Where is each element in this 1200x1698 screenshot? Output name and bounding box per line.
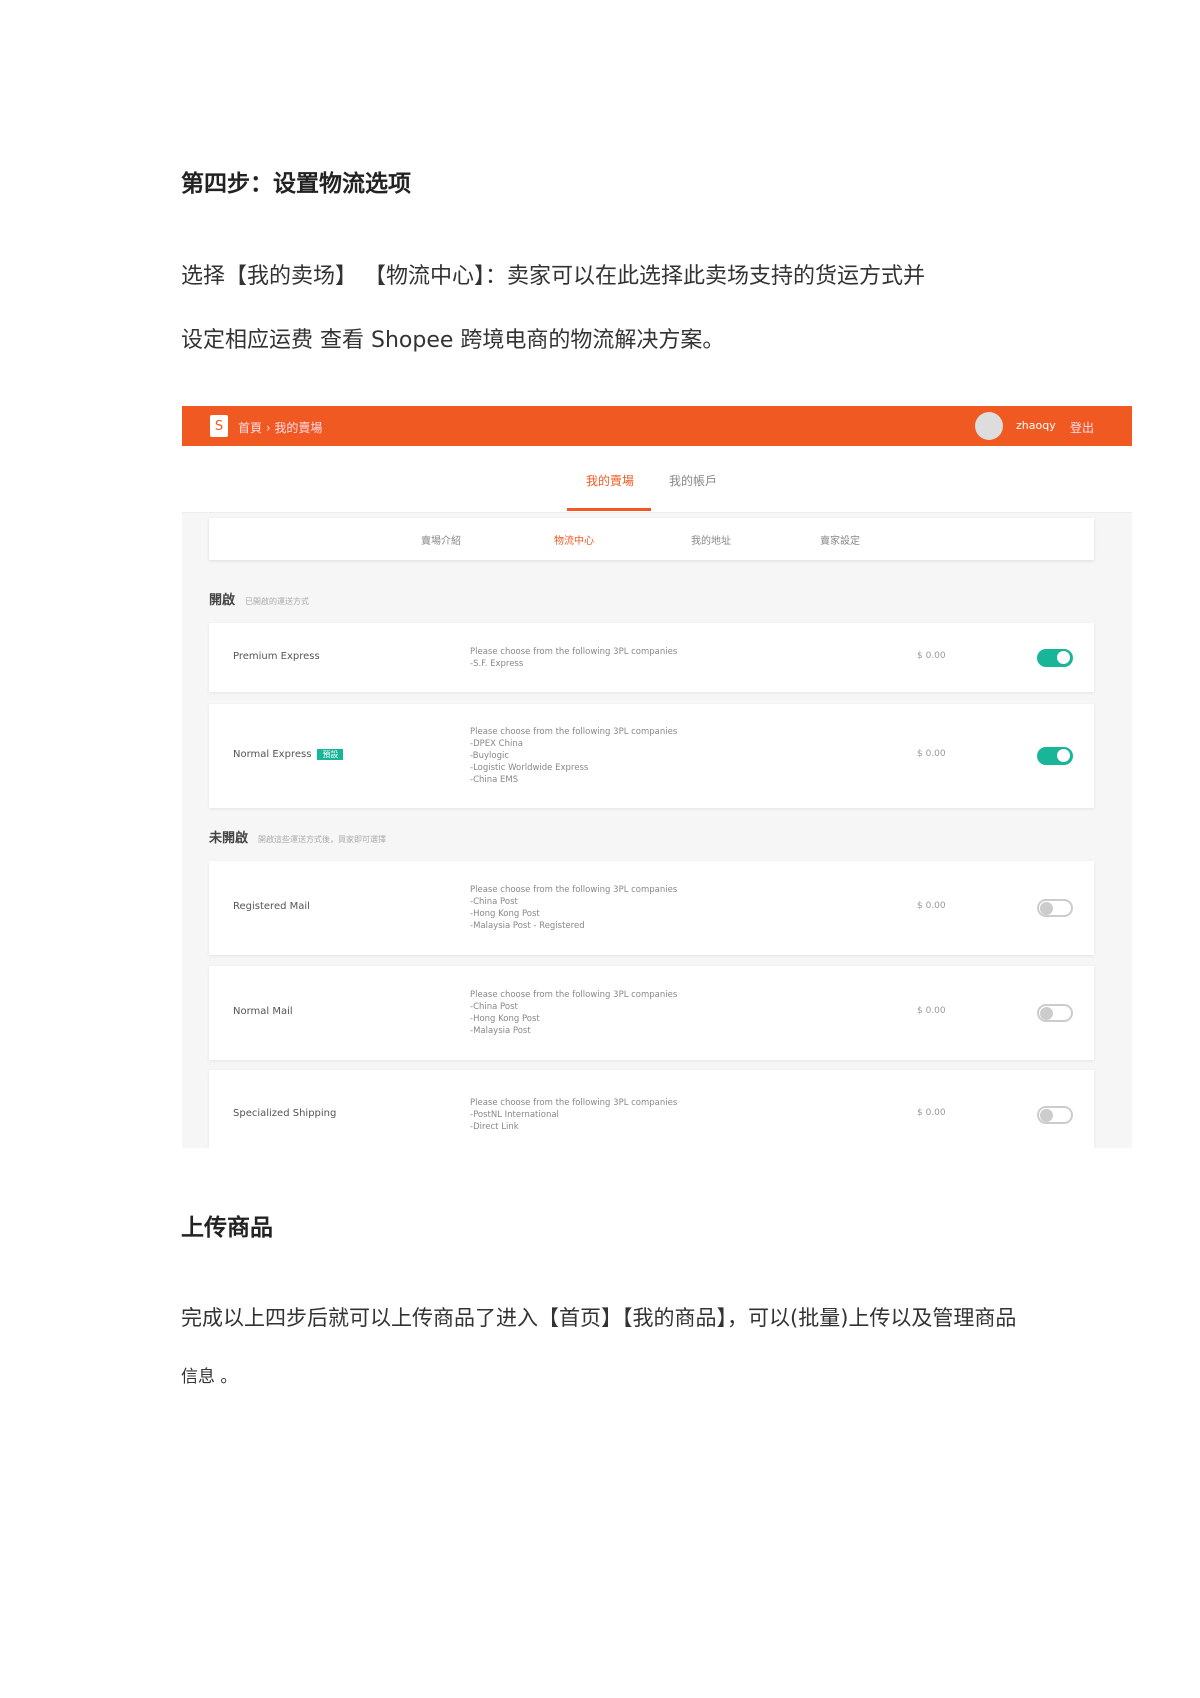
channel-name: Normal Mail: [233, 1006, 293, 1017]
section-hint: 開啟這些運送方式後，買家即可選擇: [258, 835, 387, 844]
channel-description: Please choose from the following 3PL com…: [470, 1097, 677, 1133]
toggle-knob: [1040, 1109, 1053, 1122]
toggle-knob: [1040, 902, 1053, 915]
channel-description: Please choose from the following 3PL com…: [470, 646, 677, 670]
subnav-address[interactable]: 我的地址: [691, 532, 731, 547]
subnav-logistics[interactable]: 物流中心: [554, 532, 594, 547]
description-line: Please choose from the following 3PL com…: [470, 727, 678, 737]
description-line: -Buylogic: [470, 751, 510, 761]
shipping-channel-card: Premium Express Please choose from the fo…: [209, 623, 1094, 692]
shipping-fee: $ 0.00: [917, 901, 946, 911]
shopee-logo-icon: S: [210, 415, 228, 437]
default-badge: 預設: [317, 749, 344, 760]
channel-name: Premium Express: [233, 651, 320, 662]
shipping-channel-card: Specialized Shipping Please choose from t…: [209, 1070, 1094, 1148]
description-line: -China EMS: [470, 775, 519, 785]
disabled-section-title: 未開啟 開啟這些運送方式後，買家即可選擇: [209, 827, 386, 846]
tab-my-account[interactable]: 我的帳戶: [669, 472, 717, 489]
description-line: -China Post: [470, 1002, 518, 1012]
shipping-fee: $ 0.00: [917, 650, 946, 661]
toggle-knob: [1057, 749, 1070, 762]
enabled-section-title: 開啟 已開啟的運送方式: [209, 589, 309, 608]
shipping-channel-card: Registered Mail Please choose from the fo…: [209, 861, 1094, 955]
channel-name-text: Normal Express: [233, 749, 312, 760]
channel-toggle[interactable]: [1037, 1004, 1073, 1022]
channel-name: Specialized Shipping: [233, 1108, 336, 1119]
channel-name-text: Normal Mail: [233, 1006, 293, 1017]
channel-name: Normal Express 預設: [233, 749, 344, 760]
shipping-fee: $ 0.00: [917, 1006, 946, 1016]
avatar[interactable]: [975, 412, 1003, 440]
description-line: -PostNL International: [470, 1110, 559, 1120]
logout-link[interactable]: 登出: [1070, 419, 1094, 436]
channel-toggle[interactable]: [1037, 648, 1073, 667]
upload-line: 完成以上四步后就可以上传商品了进入【首页】【我的商品】，可以(批量)上传以及管理…: [181, 1306, 1017, 1330]
upload-line: 信息 。: [181, 1367, 238, 1387]
shipping-fee: $ 0.00: [917, 749, 946, 759]
seller-center-screenshot: S 首頁 › 我的賣場 zhaoqy 登出 我的賣場 我的帳戶 賣場介紹 物流中…: [182, 406, 1132, 1148]
intro-line: 设定相应运费 查看 Shopee 跨境电商的物流解决方案。: [181, 328, 725, 353]
description-line: -Malaysia Post - Registered: [470, 921, 585, 931]
toggle-knob: [1057, 650, 1070, 664]
channel-name-text: Specialized Shipping: [233, 1108, 337, 1119]
description-line: -Logistic Worldwide Express: [470, 763, 589, 773]
channel-name-text: Registered Mail: [233, 901, 310, 912]
upload-heading: 上传商品: [181, 1215, 273, 1241]
step-heading: 第四步：设置物流选项: [181, 171, 411, 197]
channel-name-text: Premium Express: [233, 650, 320, 662]
shipping-channel-card: Normal Mail Please choose from the follow…: [209, 966, 1094, 1060]
channel-description: Please choose from the following 3PL com…: [470, 989, 677, 1037]
breadcrumb[interactable]: 首頁 › 我的賣場: [238, 419, 322, 436]
shipping-fee: $ 0.00: [917, 1108, 946, 1118]
description-line: -Malaysia Post: [470, 1026, 531, 1036]
top-bar: S 首頁 › 我的賣場 zhaoqy 登出: [182, 406, 1132, 446]
channel-toggle[interactable]: [1037, 899, 1073, 917]
description-line: -S.F. Express: [470, 658, 524, 669]
description-line: -Hong Kong Post: [470, 1014, 540, 1024]
channel-description: Please choose from the following 3PL com…: [470, 884, 677, 932]
channel-description: Please choose from the following 3PL com…: [470, 726, 677, 786]
shipping-channel-card: Normal Express 預設 Please choose from the f…: [209, 704, 1094, 808]
section-title: 未開啟: [209, 831, 249, 846]
description-line: -Direct Link: [470, 1122, 519, 1132]
description-line: -China Post: [470, 897, 518, 907]
description-line: Please choose from the following 3PL com…: [470, 990, 678, 1000]
channel-name: Registered Mail: [233, 901, 310, 912]
description-line: Please choose from the following 3PL com…: [470, 1098, 678, 1108]
active-tab-indicator: [567, 508, 651, 511]
description-line: -DPEX China: [470, 739, 523, 749]
description-line: Please choose from the following 3PL com…: [470, 646, 678, 657]
intro-line: 选择【我的卖场】 【物流中心】：卖家可以在此选择此卖场支持的货运方式并: [181, 264, 925, 289]
toggle-knob: [1040, 1007, 1053, 1020]
channel-toggle[interactable]: [1037, 747, 1073, 765]
subnav-shop-intro[interactable]: 賣場介紹: [421, 532, 461, 547]
tab-my-shop[interactable]: 我的賣場: [586, 472, 634, 489]
section-hint: 已開啟的運送方式: [245, 597, 310, 606]
username[interactable]: zhaoqy: [1016, 419, 1056, 432]
section-title: 開啟: [209, 593, 236, 608]
main-tabs: 我的賣場 我的帳戶: [182, 446, 1132, 513]
description-line: Please choose from the following 3PL com…: [470, 885, 678, 895]
sub-nav: 賣場介紹 物流中心 我的地址 賣家設定: [209, 518, 1094, 560]
subnav-settings[interactable]: 賣家設定: [820, 532, 860, 547]
description-line: -Hong Kong Post: [470, 909, 540, 919]
channel-toggle[interactable]: [1037, 1106, 1073, 1124]
